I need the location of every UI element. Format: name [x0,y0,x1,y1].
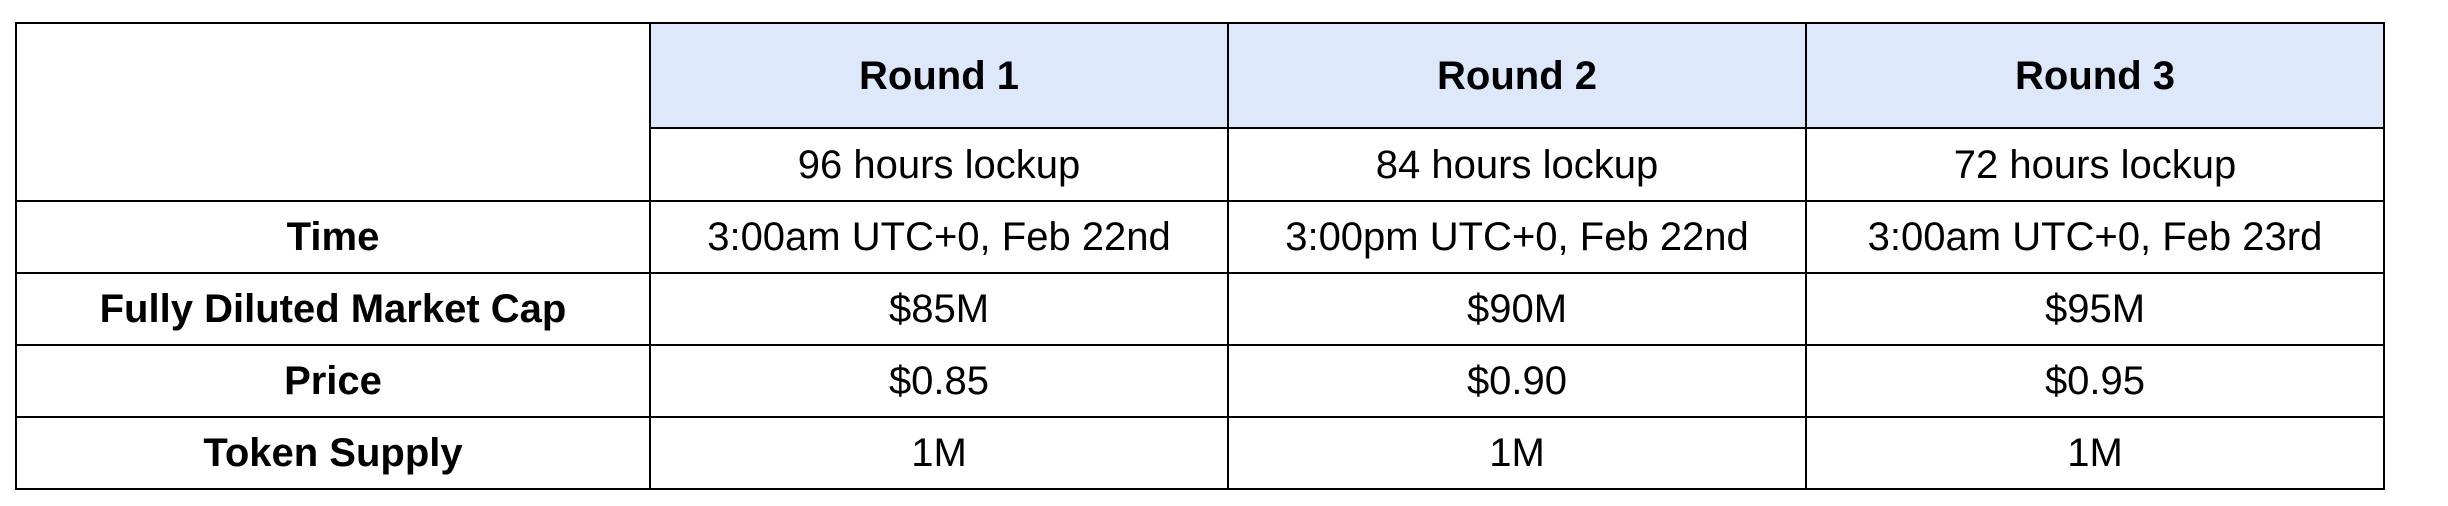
round-3-price: $0.95 [1805,344,2385,418]
round-2-lockup: 84 hours lockup [1227,127,1807,202]
market-cap-row: Fully Diluted Market Cap $85M $90M $95M [15,272,2385,346]
round-1-header: Round 1 [649,22,1229,129]
time-row: Time 3:00am UTC+0, Feb 22nd 3:00pm UTC+0… [15,200,2385,274]
round-1-time: 3:00am UTC+0, Feb 22nd [649,200,1229,274]
market-cap-label: Fully Diluted Market Cap [15,272,651,346]
round-1-market-cap: $85M [649,272,1229,346]
round-3-lockup: 72 hours lockup [1805,127,2385,202]
token-supply-row: Token Supply 1M 1M 1M [15,416,2385,490]
corner-blank-cell [15,22,651,202]
token-sale-rounds-table: Round 1 Round 2 Round 3 96 hours lockup … [15,22,2385,490]
round-2-time: 3:00pm UTC+0, Feb 22nd [1227,200,1807,274]
round-3-header: Round 3 [1805,22,2385,129]
price-label: Price [15,344,651,418]
round-3-supply: 1M [1805,416,2385,490]
time-label: Time [15,200,651,274]
round-2-header: Round 2 [1227,22,1807,129]
round-3-market-cap: $95M [1805,272,2385,346]
round-2-price: $0.90 [1227,344,1807,418]
round-1-supply: 1M [649,416,1229,490]
round-3-time: 3:00am UTC+0, Feb 23rd [1805,200,2385,274]
table-header-row: Round 1 Round 2 Round 3 [15,22,2385,202]
round-1-price: $0.85 [649,344,1229,418]
round-2-supply: 1M [1227,416,1807,490]
token-supply-label: Token Supply [15,416,651,490]
round-1-lockup: 96 hours lockup [649,127,1229,202]
price-row: Price $0.85 $0.90 $0.95 [15,344,2385,418]
round-2-market-cap: $90M [1227,272,1807,346]
